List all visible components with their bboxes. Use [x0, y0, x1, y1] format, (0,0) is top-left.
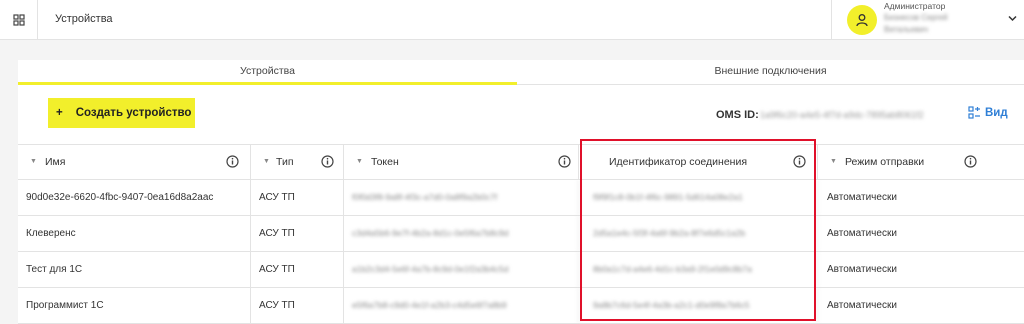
devices-card: Устройства Внешние подключения + Создать… — [18, 60, 1024, 324]
active-tab-indicator — [18, 82, 517, 85]
cell-token: a1b2c3d4-5e6f-4a7b-8c9d-0e1f2a3b4c5d — [344, 252, 579, 287]
avatar[interactable] — [847, 5, 877, 35]
create-device-button[interactable]: + Создать устройство — [48, 98, 195, 128]
menu-button[interactable] — [0, 0, 38, 40]
info-icon[interactable] — [226, 155, 239, 168]
cell-connection-id: 9a8b7c6d-5e4f-4a3b-a2c1-d0e9f8a7b6c5 — [579, 288, 818, 323]
column-header-send-mode[interactable]: ▼ Режим отправки — [818, 145, 1024, 180]
cell-send-mode: Автоматически — [827, 228, 897, 239]
column-label: Имя — [45, 156, 66, 168]
column-header-connection-id[interactable]: Идентификатор соединения — [579, 145, 818, 180]
cell-send-mode: Автоматически — [827, 192, 897, 203]
info-icon[interactable] — [558, 155, 571, 168]
cell-name: Тест для 1С — [18, 252, 251, 287]
info-icon[interactable] — [321, 155, 334, 168]
cell-token: f0f0d3f8-9a8f-4f3c-a7d0-0a8f9a2b0c7f — [344, 180, 579, 215]
table-row[interactable]: Программист 1С АСУ ТП e5f6a7b8-c9d0-4e1f… — [18, 288, 1024, 324]
cell-name: 90d0e32e-6620-4fbc-9407-0ea16d8a2aac — [18, 180, 251, 215]
cell-connection-id: f9f9f1c8-0b1f-4f6c-9891-5d614a08e2a1 — [579, 180, 818, 215]
top-bar: Устройства Администратор Бизнесов Сергей… — [0, 0, 1024, 40]
oms-id-label: OMS ID: — [716, 109, 759, 121]
cell-connection-id: 2d5a1e4c-5f3f-4a6f-9b2a-8f7e6d5c1a2b — [579, 216, 818, 251]
sort-icon[interactable]: ▼ — [263, 158, 270, 165]
user-name-line1: Бизнесов Сергей — [884, 13, 948, 22]
cell-type: АСУ ТП — [251, 216, 344, 251]
page-title: Устройства — [55, 13, 113, 25]
cell-token: e5f6a7b8-c9d0-4e1f-a2b3-c4d5e6f7a8b9 — [344, 288, 579, 323]
column-header-name[interactable]: ▼ Имя — [18, 145, 251, 180]
grid-icon — [12, 14, 25, 26]
user-role: Администратор — [884, 1, 946, 11]
cell-send-mode: Автоматически — [827, 300, 897, 311]
tab-external-connections[interactable]: Внешние подключения — [517, 65, 1024, 77]
column-label: Тип — [276, 156, 294, 168]
cell-token: c3d4a5b6-9e7f-4b2a-8d1c-0e5f6a7b8c9d — [344, 216, 579, 251]
column-label: Режим отправки — [845, 156, 925, 168]
sort-icon[interactable]: ▼ — [30, 158, 37, 165]
cell-name: Программист 1С — [18, 288, 251, 323]
sort-icon[interactable]: ▼ — [356, 158, 363, 165]
cell-send-mode: Автоматически — [827, 264, 897, 275]
sort-icon[interactable]: ▼ — [830, 158, 837, 165]
column-header-token[interactable]: ▼ Токен — [344, 145, 579, 180]
column-label: Токен — [371, 156, 399, 168]
chevron-down-icon[interactable] — [1008, 14, 1017, 23]
cell-connection-id: 8b0a1c7d-a4e6-4d1c-b3a9-2f1e0d9c8b7a — [579, 252, 818, 287]
user-name: Бизнесов Сергей Витальевич — [884, 12, 954, 36]
info-icon[interactable] — [964, 155, 977, 168]
cell-type: АСУ ТП — [251, 288, 344, 323]
table-header: ▼ Имя ▼ Тип ▼ Токен Идентификатор соедин… — [18, 144, 1024, 180]
view-button[interactable]: Вид — [968, 106, 1008, 119]
user-icon — [856, 14, 868, 27]
tab-bar: Устройства Внешние подключения — [18, 60, 1024, 85]
column-label: Идентификатор соединения — [609, 156, 748, 168]
cell-type: АСУ ТП — [251, 180, 344, 215]
tab-devices[interactable]: Устройства — [18, 65, 517, 77]
table-row[interactable]: 90d0e32e-6620-4fbc-9407-0ea16d8a2aac АСУ… — [18, 180, 1024, 216]
view-label: Вид — [985, 106, 1008, 119]
plus-icon: + — [56, 107, 63, 119]
cell-name: Клеверенс — [18, 216, 251, 251]
column-header-type[interactable]: ▼ Тип — [251, 145, 344, 180]
user-name-line2: Витальевич — [884, 25, 928, 34]
oms-id-value: 1a9f6c20-a4e5-4f7d-a9dc-7895ab8061f2 — [760, 110, 924, 120]
table-row[interactable]: Клеверенс АСУ ТП c3d4a5b6-9e7f-4b2a-8d1c… — [18, 216, 1024, 252]
table-row[interactable]: Тест для 1С АСУ ТП a1b2c3d4-5e6f-4a7b-8c… — [18, 252, 1024, 288]
view-settings-icon — [968, 106, 980, 119]
create-device-label: Создать устройство — [75, 107, 192, 119]
info-icon[interactable] — [793, 155, 806, 168]
user-menu[interactable]: Администратор Бизнесов Сергей Витальевич — [831, 0, 1024, 40]
cell-type: АСУ ТП — [251, 252, 344, 287]
